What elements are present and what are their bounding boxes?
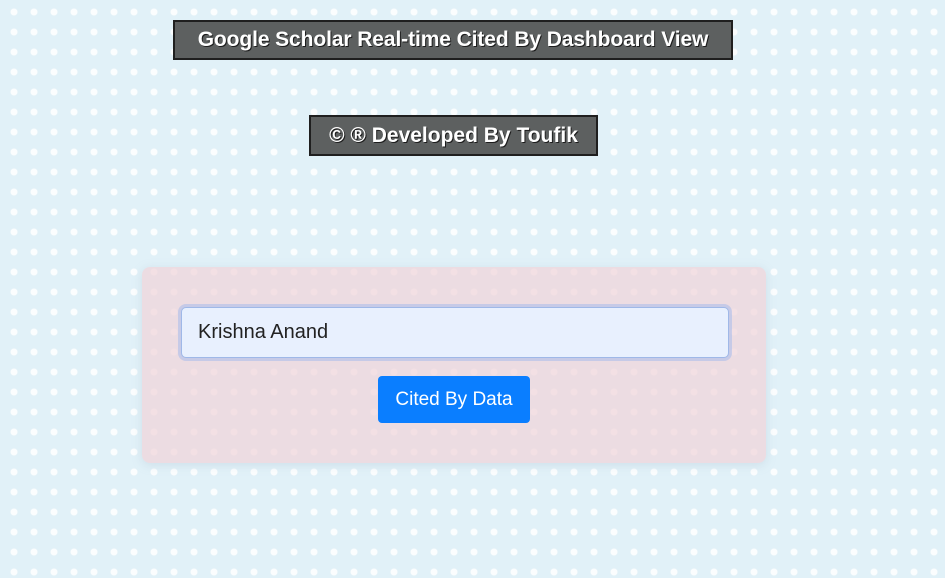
developer-credit: © ® Developed By Toufik: [309, 115, 598, 156]
page-title: Google Scholar Real-time Cited By Dashbo…: [173, 20, 733, 60]
cited-by-data-button[interactable]: Cited By Data: [378, 376, 530, 423]
search-card: Cited By Data: [142, 267, 766, 463]
author-name-input[interactable]: [181, 307, 729, 358]
